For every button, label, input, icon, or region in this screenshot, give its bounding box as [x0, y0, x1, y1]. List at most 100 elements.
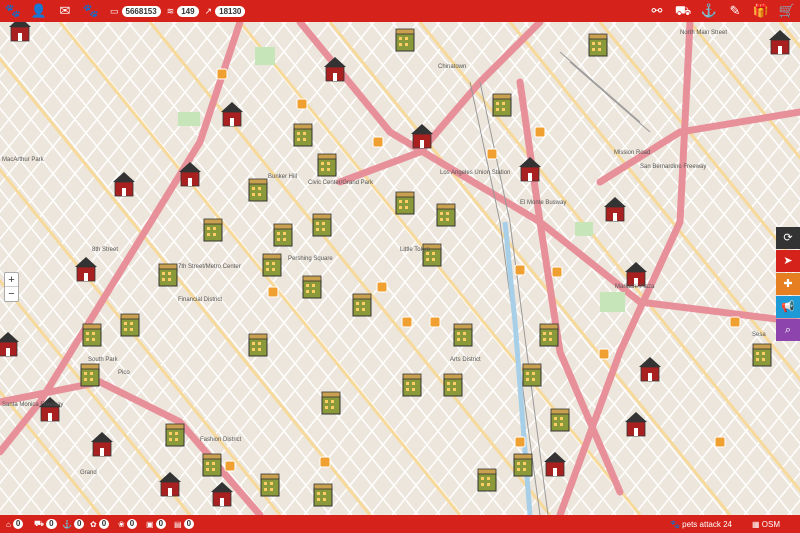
top-navbar: 🐾 👤 ✉ 🐾 ▭ 5668153 ≋ 149 ↗ 18130 ⚯ ⛟ ⚓ ✎ 🎁 🛒 [0, 0, 800, 22]
house-marker[interactable] [625, 262, 647, 287]
house-marker[interactable] [0, 332, 19, 357]
building-marker[interactable] [436, 203, 456, 227]
house-marker[interactable] [639, 357, 661, 382]
search-button[interactable]: ⌕ [776, 319, 800, 341]
building-marker[interactable] [513, 453, 533, 477]
building-marker[interactable] [752, 343, 772, 367]
shop-marker[interactable] [401, 316, 413, 328]
shop-marker[interactable] [372, 136, 384, 148]
building-marker[interactable] [248, 178, 268, 202]
building-marker[interactable] [402, 373, 422, 397]
building-marker[interactable] [317, 153, 337, 177]
shop-marker[interactable] [714, 436, 726, 448]
pipette-icon[interactable]: ✎ [722, 0, 748, 22]
money-stat: ▭ 5668153 [110, 5, 161, 17]
house-marker[interactable] [159, 472, 181, 497]
binoculars-icon[interactable]: ⚯ [644, 0, 670, 22]
anchor-icon[interactable]: ⚓ [696, 0, 722, 22]
shop-marker[interactable] [319, 456, 331, 468]
building-marker[interactable] [313, 483, 333, 507]
anchor-count[interactable]: ⚓ 0 [62, 519, 85, 529]
building-marker[interactable] [248, 333, 268, 357]
user-icon[interactable]: 👤 [26, 0, 52, 22]
pets-attack-label[interactable]: 🐾 pets attack 24 [670, 520, 742, 529]
shop-marker[interactable] [486, 148, 498, 160]
map-label: 7th Street/Metro Center [178, 264, 241, 270]
house-marker[interactable] [113, 172, 135, 197]
building-marker[interactable] [158, 263, 178, 287]
building-marker[interactable] [522, 363, 542, 387]
building-marker[interactable] [453, 323, 473, 347]
building-marker[interactable] [588, 33, 608, 57]
house-marker[interactable] [91, 432, 113, 457]
building-marker[interactable] [260, 473, 280, 497]
house-marker[interactable] [625, 412, 647, 437]
building-marker[interactable] [120, 313, 140, 337]
building-marker[interactable] [202, 453, 222, 477]
building-marker[interactable] [293, 123, 313, 147]
map-canvas[interactable] [0, 22, 800, 515]
refresh-button[interactable]: ⟳ [776, 227, 800, 249]
shop-marker[interactable] [514, 436, 526, 448]
paw-icon[interactable]: 🐾 [0, 0, 26, 22]
pets-icon[interactable]: 🐾 [78, 0, 104, 22]
money-icon: ▭ [110, 5, 119, 16]
gift-icon[interactable]: 🎁 [748, 0, 774, 22]
zoom-control: + − [4, 272, 19, 302]
shop-marker[interactable] [376, 281, 388, 293]
briefcase-count[interactable]: ▣ 0 [146, 519, 168, 529]
map-source-link[interactable]: ▦ OSM [752, 520, 790, 529]
building-marker[interactable] [262, 253, 282, 277]
shop-marker[interactable] [551, 266, 563, 278]
building-marker[interactable] [352, 293, 372, 317]
bag-icon[interactable]: ⛟ [670, 0, 696, 22]
shop-marker[interactable] [216, 68, 228, 80]
building-marker[interactable] [80, 363, 100, 387]
house-count[interactable]: ⌂ 0 [6, 519, 28, 529]
city-map[interactable]: MacArthur Park Chinatown Civic Center/Gr… [0, 22, 800, 515]
shop-marker[interactable] [267, 286, 279, 298]
shop-marker[interactable] [296, 98, 308, 110]
cart-icon[interactable]: 🛒 [774, 0, 800, 22]
house-marker[interactable] [544, 452, 566, 477]
announce-button[interactable]: 📢 [776, 296, 800, 318]
building-marker[interactable] [312, 213, 332, 237]
building-marker[interactable] [443, 373, 463, 397]
house-marker[interactable] [9, 22, 31, 42]
building-marker[interactable] [477, 468, 497, 492]
mail-icon[interactable]: ✉ [52, 0, 78, 22]
building-marker[interactable] [302, 275, 322, 299]
house-marker[interactable] [211, 482, 233, 507]
shop-marker[interactable] [429, 316, 441, 328]
house-marker[interactable] [75, 257, 97, 282]
zoom-out-button[interactable]: − [5, 287, 18, 301]
map-label: Santa Monica Freeway [2, 402, 64, 408]
map-label: Chinatown [438, 64, 467, 70]
building-marker[interactable] [321, 391, 341, 415]
shop-marker[interactable] [598, 348, 610, 360]
building-marker[interactable] [395, 28, 415, 52]
shop-marker[interactable] [729, 316, 741, 328]
shop-marker[interactable] [514, 264, 526, 276]
building-marker[interactable] [203, 218, 223, 242]
box-count[interactable]: ▤ 0 [174, 519, 196, 529]
building-marker[interactable] [539, 323, 559, 347]
pets-count[interactable]: ❀ 0 [118, 519, 140, 529]
building-marker[interactable] [395, 191, 415, 215]
building-marker[interactable] [550, 408, 570, 432]
map-label: Fashion District [200, 437, 242, 443]
bag-count[interactable]: ⛟ 0 [34, 519, 57, 529]
building-marker[interactable] [82, 323, 102, 347]
house-marker[interactable] [604, 197, 626, 222]
shop-marker[interactable] [224, 460, 236, 472]
paw-count[interactable]: ✿ 0 [90, 519, 112, 529]
add-button[interactable]: ✚ [776, 273, 800, 295]
building-marker[interactable] [492, 93, 512, 117]
building-marker[interactable] [165, 423, 185, 447]
locate-button[interactable]: ➤ [776, 250, 800, 272]
park [255, 47, 275, 65]
building-marker[interactable] [273, 223, 293, 247]
zoom-in-button[interactable]: + [5, 273, 18, 287]
house-marker[interactable] [519, 157, 541, 182]
shop-marker[interactable] [534, 126, 546, 138]
